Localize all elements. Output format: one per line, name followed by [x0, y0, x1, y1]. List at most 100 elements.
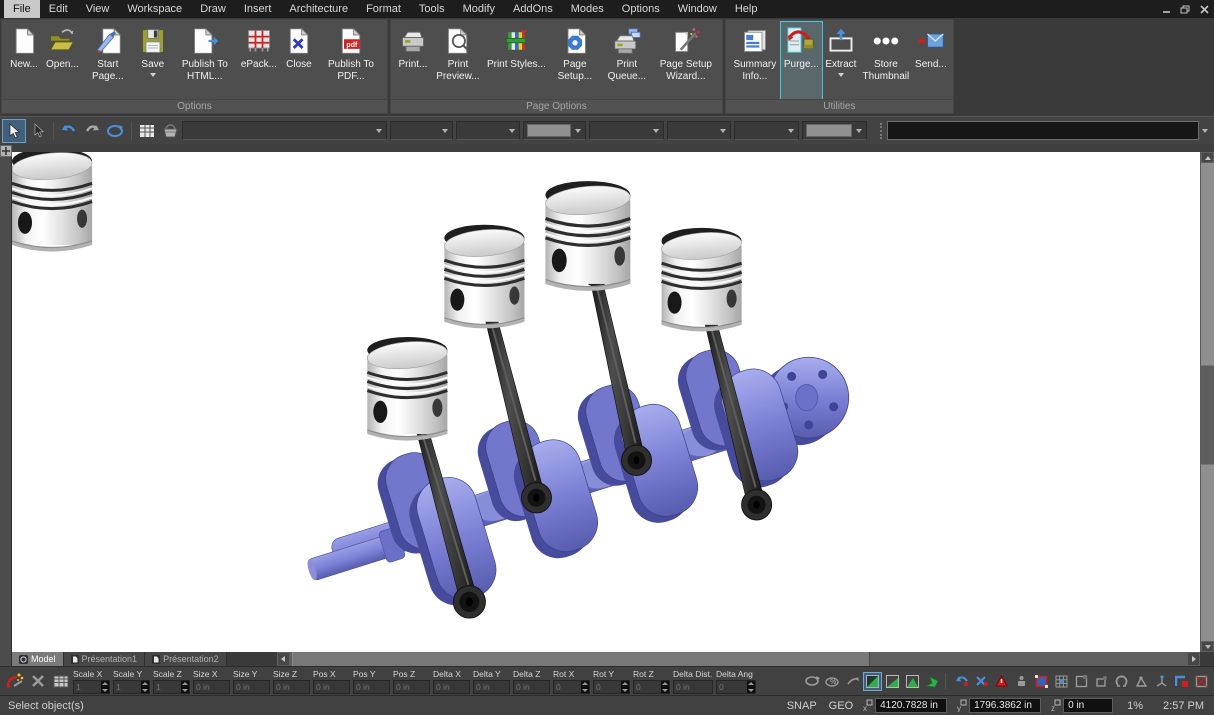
scroll-right-icon[interactable] [1187, 652, 1200, 666]
scroll-up-icon[interactable] [1201, 152, 1214, 163]
menu-modify[interactable]: Modify [454, 0, 504, 18]
store-thumbnail-button[interactable]: Store Thumbnail [860, 22, 912, 99]
grip-arrow-icon[interactable] [844, 673, 861, 690]
warning-triangle-icon[interactable] [993, 673, 1010, 690]
entity-properties-combo[interactable] [182, 121, 387, 140]
grid-display-icon[interactable] [1053, 673, 1070, 690]
command-input[interactable] [887, 121, 1199, 140]
chevron-down-icon[interactable] [852, 122, 866, 139]
print-queue-button[interactable]: Print Queue... [601, 22, 653, 99]
properties-table-icon[interactable] [50, 671, 71, 691]
new-button[interactable]: New... [5, 22, 43, 99]
menu-tools[interactable]: Tools [410, 0, 454, 18]
redo-icon[interactable] [81, 120, 103, 142]
close-button[interactable]: Close [280, 22, 318, 99]
restore-icon[interactable] [1180, 4, 1190, 14]
selection-area-icon[interactable] [1033, 673, 1050, 690]
vertical-scrollbar[interactable] [1200, 152, 1214, 652]
start-page-button[interactable]: Start Page... [82, 22, 134, 99]
menu-format[interactable]: Format [357, 0, 410, 18]
menu-addons[interactable]: AddOns [504, 0, 562, 18]
menu-modes[interactable]: Modes [562, 0, 613, 18]
lineweight-display-icon[interactable] [1173, 673, 1190, 690]
polar-tracking-icon[interactable] [1093, 673, 1110, 690]
horizontal-scroll-thumb[interactable] [292, 652, 870, 666]
publish-html-button[interactable]: Publish To HTML... [172, 22, 238, 99]
crankshaft-pistons-model[interactable] [12, 152, 1200, 652]
visual-style-gouraud-icon[interactable] [924, 673, 941, 690]
menu-window[interactable]: Window [669, 0, 726, 18]
dynamic-ucs-icon[interactable] [1153, 673, 1170, 690]
tab-model[interactable]: Model [12, 652, 64, 666]
spinner[interactable] [621, 681, 629, 693]
ruler-origin-icon[interactable] [0, 145, 12, 157]
spinner[interactable] [581, 681, 589, 693]
table-icon[interactable] [136, 120, 158, 142]
snap-toggle[interactable]: SNAP [787, 700, 817, 712]
page-setup-wizard-button[interactable]: Page Setup Wizard... [653, 22, 719, 99]
layer-combo[interactable] [390, 121, 453, 140]
publish-pdf-button[interactable]: pdf Publish To PDF... [318, 22, 384, 99]
print-styles-button[interactable]: Print Styles... [484, 22, 549, 99]
page-setup-button[interactable]: Page Setup... [549, 22, 601, 99]
spinner[interactable] [747, 681, 755, 693]
node-select-cursor-icon[interactable] [26, 120, 48, 142]
menu-insert[interactable]: Insert [235, 0, 281, 18]
menu-file[interactable]: File [4, 0, 40, 18]
ortho-mode-icon[interactable] [1073, 673, 1090, 690]
zoom-realtime-icon[interactable]: % [824, 673, 841, 690]
print-button[interactable]: Print... [394, 22, 432, 99]
pan-realtime-icon[interactable] [804, 673, 821, 690]
menu-architecture[interactable]: Architecture [280, 0, 357, 18]
visual-style-hidden-icon[interactable] [884, 673, 901, 690]
chevron-down-icon[interactable] [505, 122, 519, 139]
y-coordinate-field[interactable]: 1796.3862 in [969, 698, 1041, 713]
linetype-combo[interactable] [456, 121, 520, 140]
menu-help[interactable]: Help [726, 0, 767, 18]
geo-toggle[interactable]: GEO [829, 700, 853, 712]
extract-button[interactable]: Extract [822, 22, 860, 99]
vertical-scroll-thumb[interactable] [1201, 365, 1214, 465]
chevron-down-icon[interactable] [716, 122, 730, 139]
chevron-down-icon[interactable] [438, 122, 452, 139]
print-basket-icon[interactable] [159, 120, 181, 142]
chevron-down-icon[interactable] [649, 122, 663, 139]
purge-button[interactable]: Purge... [781, 22, 822, 99]
visual-style-2dwire-icon[interactable] [864, 673, 881, 690]
spinner[interactable] [181, 681, 189, 693]
epack-button[interactable]: ePack... [238, 22, 280, 99]
send-button[interactable]: Send... [912, 22, 950, 99]
chevron-down-icon[interactable] [784, 122, 798, 139]
save-button[interactable]: Save [134, 22, 172, 99]
menu-options[interactable]: Options [613, 0, 669, 18]
menu-workspace[interactable]: Workspace [118, 0, 191, 18]
undo-icon[interactable] [58, 120, 80, 142]
visual-style-flat-icon[interactable] [904, 673, 921, 690]
select-cursor-icon[interactable] [3, 120, 25, 142]
menu-view[interactable]: View [77, 0, 119, 18]
annotation-scale-icon[interactable] [1193, 673, 1210, 690]
vertical-scroll-track[interactable] [1201, 163, 1214, 641]
block-figure-icon[interactable] [1013, 673, 1030, 690]
textstyle-combo[interactable] [667, 121, 731, 140]
close-icon[interactable] [1199, 4, 1209, 14]
dimstyle-combo[interactable] [734, 121, 799, 140]
entity-snap-icon[interactable] [1113, 673, 1130, 690]
spinner[interactable] [661, 681, 669, 693]
menu-draw[interactable]: Draw [191, 0, 235, 18]
erase-mark-icon[interactable] [973, 673, 990, 690]
tab-presentation1[interactable]: Présentation1 [64, 652, 146, 666]
menu-edit[interactable]: Edit [40, 0, 77, 18]
tab-presentation2[interactable]: Présentation2 [145, 652, 227, 666]
lineweight-combo[interactable] [589, 121, 664, 140]
explode-wand-icon[interactable] [4, 671, 25, 691]
chevron-down-icon[interactable] [372, 122, 386, 139]
z-coordinate-field[interactable]: 0 in [1063, 698, 1113, 713]
spinner[interactable] [141, 681, 149, 693]
select-loop-icon[interactable] [104, 120, 126, 142]
plotstyle-swatch-combo[interactable] [802, 121, 867, 140]
horizontal-scroll-track[interactable] [290, 652, 1187, 666]
summary-info-button[interactable]: Summary Info... [729, 22, 781, 99]
scroll-left-icon[interactable] [277, 652, 290, 666]
scroll-down-icon[interactable] [1201, 641, 1214, 652]
